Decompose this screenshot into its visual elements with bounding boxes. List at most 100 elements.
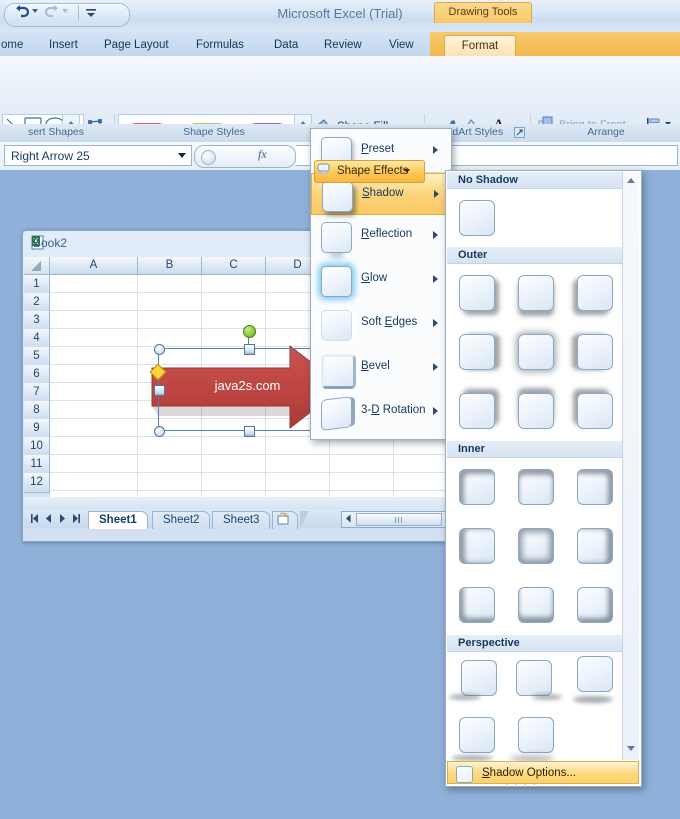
perspective-shadow-3 [573, 696, 613, 703]
ribbon-tab-data[interactable]: Data [265, 35, 307, 56]
shadow-effect-icon [322, 181, 353, 212]
shadow-thumb-inner-9[interactable] [565, 576, 623, 634]
ribbon-tab-review[interactable]: Review [315, 35, 371, 56]
sheet-tab-sheet3[interactable]: Sheet3 [212, 511, 271, 529]
resize-handle-middle-left[interactable] [154, 385, 165, 396]
shadow-thumb-outer-7[interactable] [447, 382, 505, 440]
shadow-preview-perspective-3 [577, 656, 613, 692]
shadow-thumb-outer-6[interactable] [565, 323, 623, 381]
row-header-1[interactable]: 1 [24, 275, 50, 295]
shadow-thumb-outer-3[interactable] [565, 264, 623, 322]
gallery-scroll-up-icon[interactable] [627, 178, 635, 183]
row-header-11[interactable]: 11 [24, 455, 50, 475]
shadow-preview-outer-1 [459, 275, 495, 311]
shadow-thumb-outer-5[interactable] [506, 323, 564, 381]
sheet-tab-sheet2[interactable]: Sheet2 [152, 511, 211, 529]
row-header-9[interactable]: 9 [24, 419, 50, 439]
last-sheet-icon[interactable] [70, 512, 83, 525]
insert-function-icon[interactable]: fx [258, 147, 267, 162]
row-header-4[interactable]: 4 [24, 329, 50, 349]
shadow-thumb-outer-8[interactable] [506, 382, 564, 440]
shadow-thumb-perspective-1[interactable] [447, 652, 505, 710]
name-box[interactable]: Right Arrow 25 [4, 145, 192, 166]
next-sheet-icon[interactable] [56, 512, 69, 525]
ribbon-tab-insert[interactable]: Insert [40, 35, 87, 56]
resize-handle-bottom-left[interactable] [154, 426, 165, 437]
ribbon-tab-page-layout[interactable]: Page Layout [95, 35, 178, 56]
shadow-preview-inner-6 [577, 528, 613, 564]
shadow-thumb-perspective-3[interactable] [565, 652, 623, 710]
row-header-8[interactable]: 8 [24, 401, 50, 421]
shadow-preview-outer-7 [459, 393, 495, 429]
row-header-2[interactable]: 2 [24, 293, 50, 313]
ribbon-tab-format[interactable]: Format [444, 35, 516, 57]
shadow-thumb-inner-1[interactable] [447, 458, 505, 516]
row-header-3[interactable]: 3 [24, 311, 50, 331]
shadow-preview-perspective-1 [461, 660, 497, 696]
column-header-b[interactable]: B [138, 257, 202, 275]
shadow-thumb-outer-2[interactable] [506, 264, 564, 322]
row-header-12[interactable]: 12 [24, 473, 50, 493]
shadow-thumb-perspective-2[interactable] [506, 652, 564, 710]
cancel-enter-button[interactable] [201, 150, 216, 165]
shadow-thumb-inner-8[interactable] [506, 576, 564, 634]
column-header-c[interactable]: C [202, 257, 266, 275]
menu-label-shadow: Shadow [362, 187, 404, 199]
shadow-thumb-inner-7[interactable] [447, 576, 505, 634]
shadow-thumb-outer-1[interactable] [447, 264, 505, 322]
menu-item-reflection[interactable]: Reflection [311, 215, 449, 257]
ribbon-tab-formulas[interactable]: Formulas [187, 35, 253, 56]
wordart-dialog-launcher-icon[interactable] [514, 127, 525, 138]
resize-handle-top-left[interactable] [154, 344, 165, 355]
horizontal-scrollbar[interactable] [341, 511, 457, 528]
previous-sheet-icon[interactable] [42, 512, 55, 525]
menu-item-glow[interactable]: Glow [311, 259, 449, 301]
shadow-thumb-inner-5[interactable] [506, 517, 564, 575]
name-box-caret[interactable] [178, 153, 186, 158]
shadow-thumb-outer-4[interactable] [447, 323, 505, 381]
shadow-preview-outer-4 [459, 334, 495, 370]
shadow-thumb-inner-4[interactable] [447, 517, 505, 575]
preset-submenu-arrow-icon [433, 146, 438, 154]
shadow-options-button[interactable]: Shadow Options... [447, 761, 639, 784]
shadow-gallery: No Shadow Outer Inner Perspective Shadow… [445, 170, 642, 787]
shadow-thumb-inner-2[interactable] [506, 458, 564, 516]
select-all-corner[interactable] [24, 257, 50, 275]
scroll-left-icon[interactable] [343, 513, 354, 524]
shadow-thumb-outer-9[interactable] [565, 382, 623, 440]
column-header-a[interactable]: A [50, 257, 138, 275]
gallery-scrollbar[interactable] [622, 172, 639, 760]
shadow-thumb-inner-6[interactable] [565, 517, 623, 575]
menu-item-bevel[interactable]: Bevel [311, 347, 449, 389]
gallery-grip-dots[interactable]: . . . . [506, 777, 538, 787]
gallery-section-inner-header: Inner [447, 441, 625, 458]
shape-effects-caret[interactable] [404, 169, 410, 173]
shadow-preview-inner-8 [518, 587, 554, 623]
shadow-preview-inner-3 [577, 469, 613, 505]
insert-worksheet-tab[interactable] [272, 511, 298, 529]
horizontal-scroll-thumb[interactable] [356, 513, 442, 526]
ribbon-tab-view[interactable]: View [380, 35, 423, 56]
menu-label-preset: Preset [361, 143, 395, 155]
row-header-5[interactable]: 5 [24, 347, 50, 367]
resize-handle-bottom-center[interactable] [244, 426, 255, 437]
shadow-thumb-no-shadow[interactable] [447, 189, 505, 247]
workbook-title: Book2 [33, 236, 68, 250]
rotation-handle[interactable] [243, 325, 256, 338]
shadow-thumb-inner-3[interactable] [565, 458, 623, 516]
gallery-scroll-down-icon[interactable] [627, 746, 635, 751]
formula-bar-buttons[interactable] [194, 145, 296, 168]
shadow-preview-perspective-5 [518, 717, 554, 753]
menu-item-soft-edges[interactable]: Soft Edges [311, 303, 449, 345]
row-header-7[interactable]: 7 [24, 383, 50, 403]
ribbon-tab-home[interactable]: ome [0, 35, 32, 56]
menu-label-3d-rotation: 3-D Rotation [361, 404, 426, 416]
first-sheet-icon[interactable] [28, 512, 41, 525]
sheet-tab-sheet1[interactable]: Sheet1 [88, 511, 148, 529]
menu-item-3d-rotation[interactable]: 3-D Rotation [311, 391, 449, 433]
insert-worksheet-icon [277, 512, 289, 525]
row-header-10[interactable]: 10 [24, 437, 50, 457]
shadow-preview-perspective-4 [459, 717, 495, 753]
resize-handle-top-center[interactable] [244, 344, 255, 355]
row-header-6[interactable]: 6 [24, 365, 50, 385]
